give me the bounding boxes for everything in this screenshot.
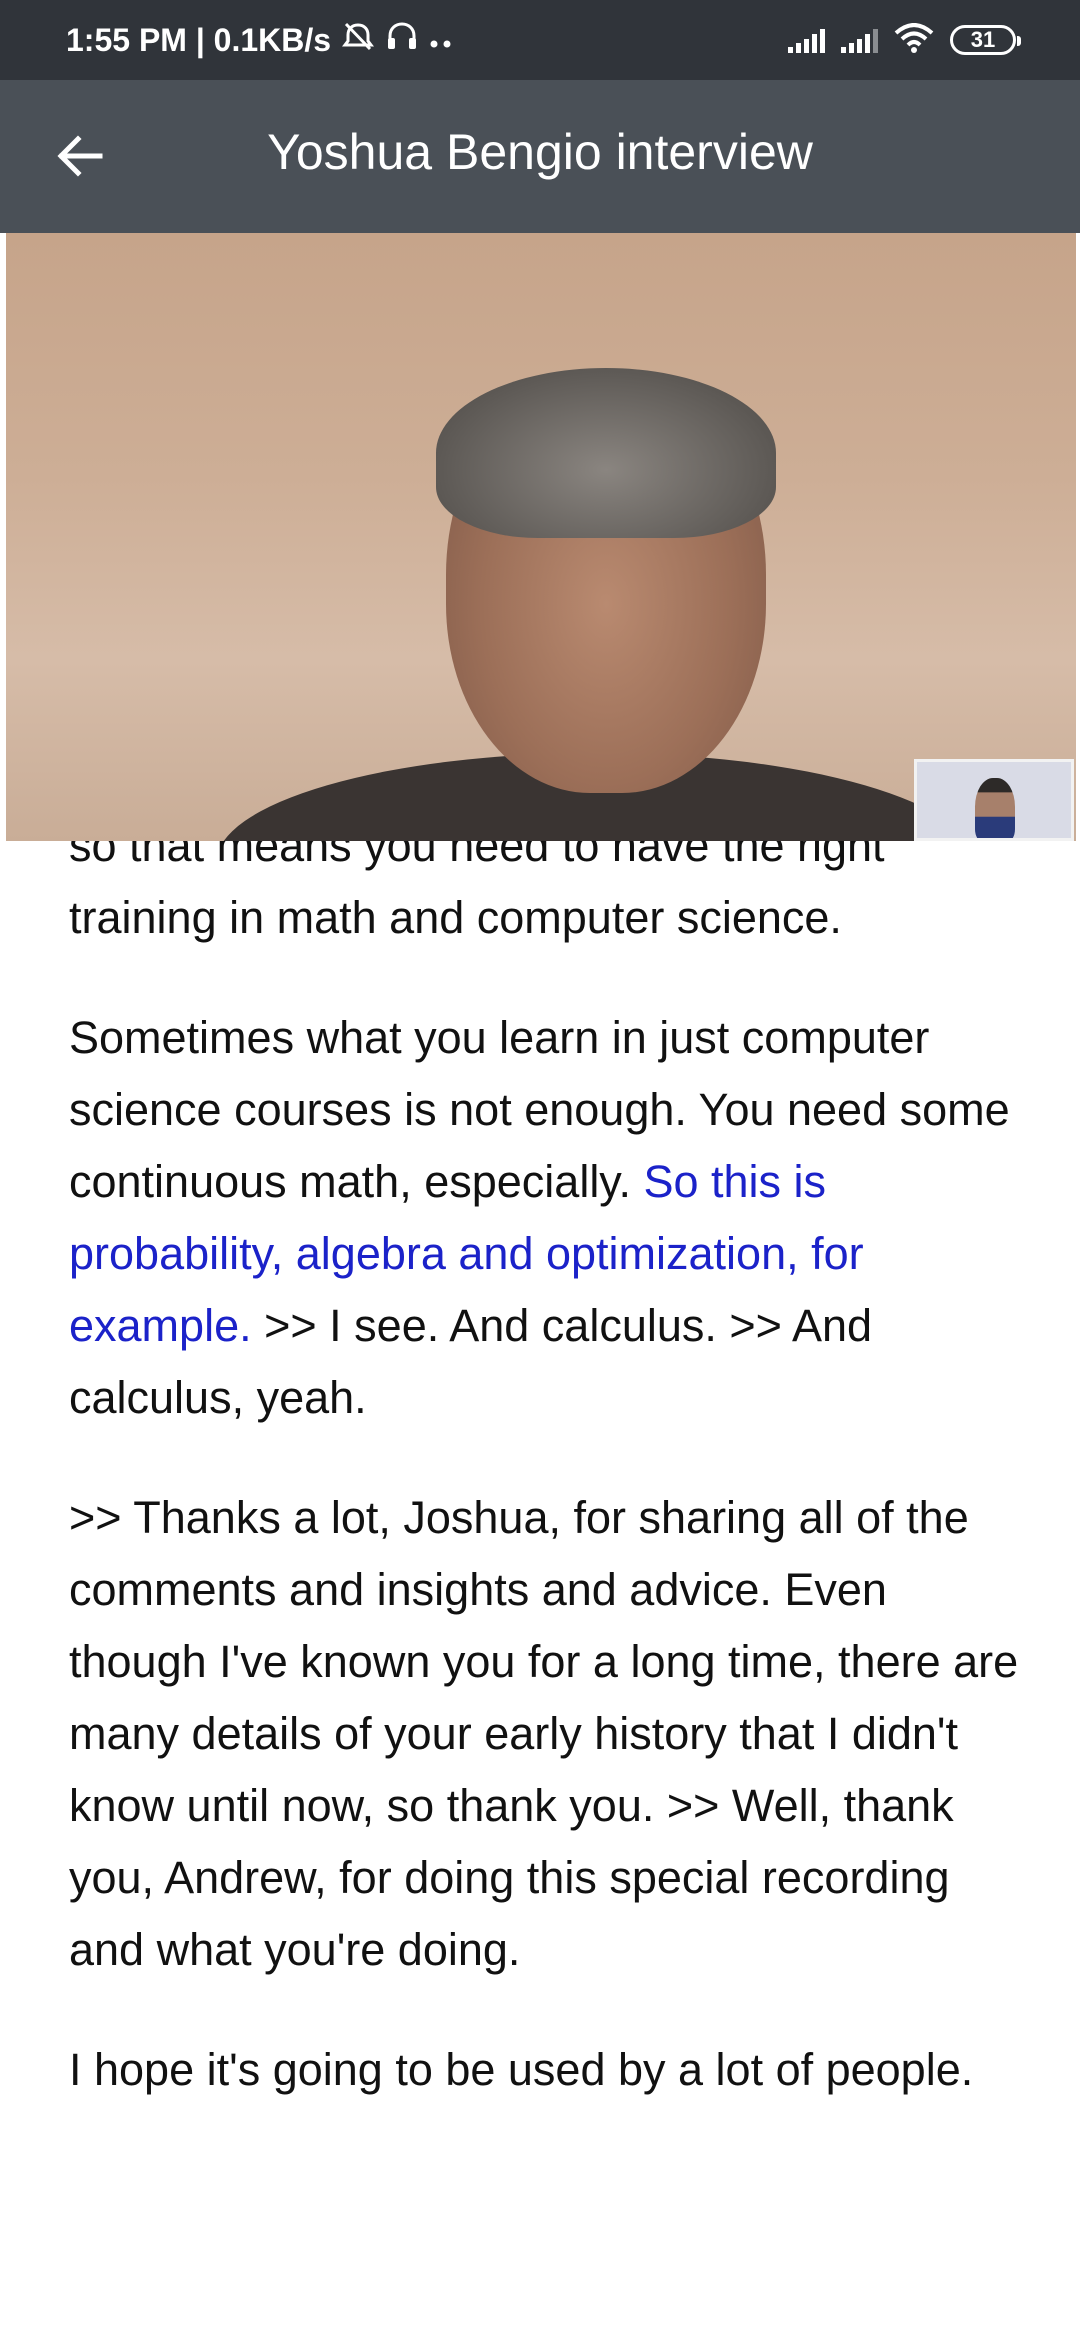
status-left: 1:55 PM | 0.1KB/s [66,20,453,60]
transcript-content: so that means you need to have the right… [69,841,1029,2154]
signal-icon [788,27,825,53]
transcript-paragraph[interactable]: I hope it's going to be used by a lot of… [69,2034,1029,2106]
status-right: 31 [788,22,1021,58]
transcript-paragraph[interactable]: so that means you need to have the right… [69,841,1029,954]
wifi-icon [894,22,934,58]
app-bar: Yoshua Bengio interview [0,80,1080,233]
speaker-hair [436,368,776,538]
alarm-off-icon [341,21,375,59]
pip-person [975,778,1015,838]
battery-icon: 31 [950,25,1021,55]
signal-icon [841,27,878,53]
transcript-text[interactable]: Sometimes what you learn in just compute… [69,1012,1010,1207]
more-dots-icon [429,23,453,57]
page-title: Yoshua Bengio interview [267,124,813,180]
video-player[interactable] [0,233,1080,841]
video-frame[interactable] [6,233,1076,841]
transcript-paragraph[interactable]: Sometimes what you learn in just compute… [69,1002,1029,1434]
headset-icon [385,20,419,60]
battery-level: 31 [970,27,996,52]
status-bar: 1:55 PM | 0.1KB/s 31 [0,0,1080,80]
status-time: 1:55 PM | 0.1KB/s [66,21,332,58]
transcript-panel[interactable]: so that means you need to have the right… [0,841,1080,2340]
transcript-paragraph[interactable]: >> Thanks a lot, Joshua, for sharing all… [69,1482,1029,1986]
pip-thumbnail [914,759,1074,841]
